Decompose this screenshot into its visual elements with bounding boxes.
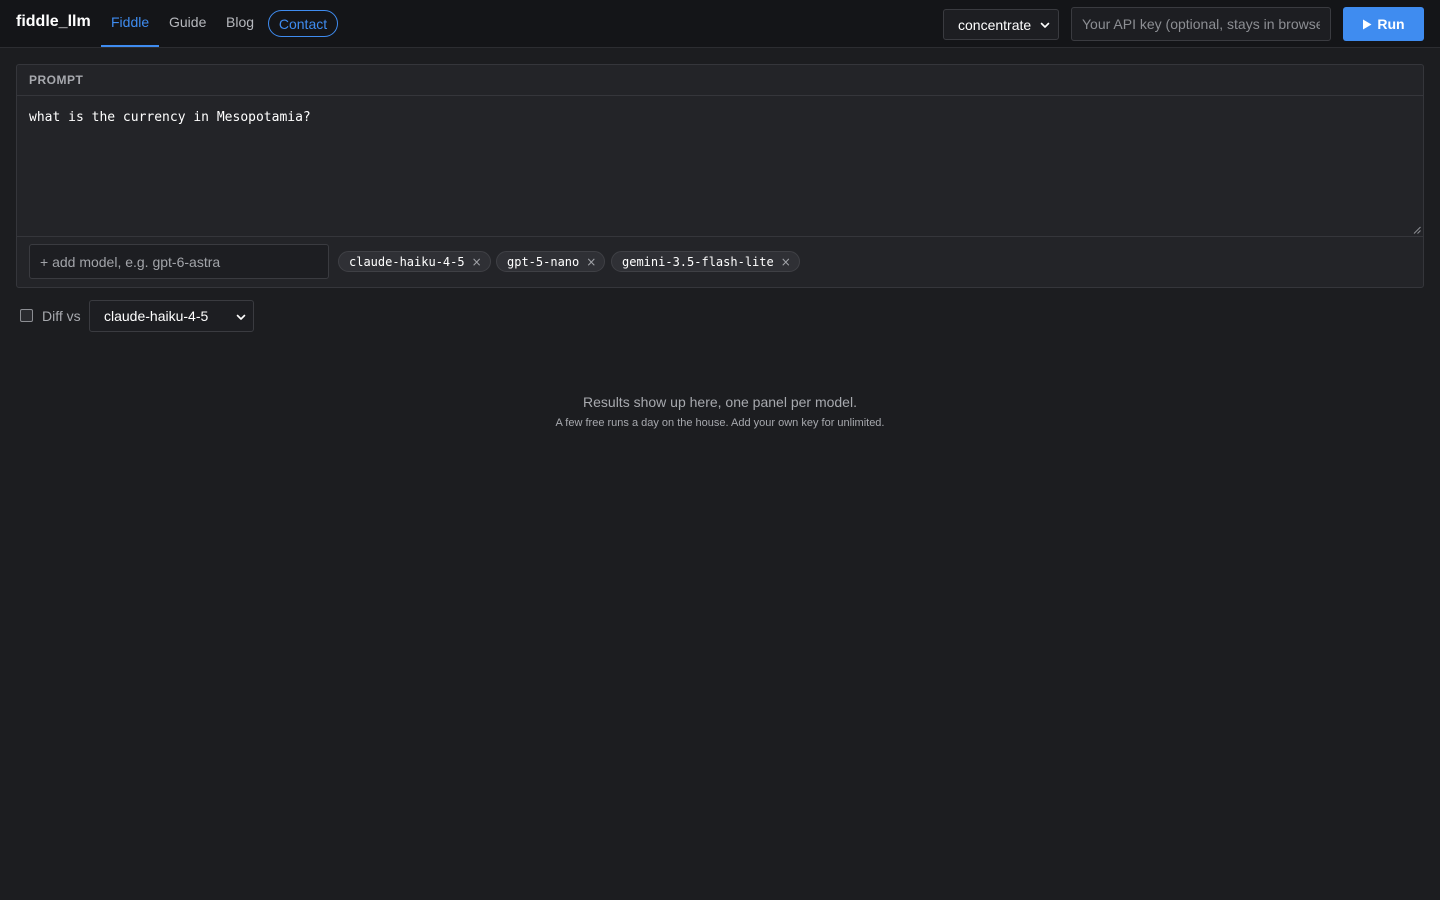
prompt-card: PROMPT what is the currency in Mesopotam… — [16, 64, 1424, 288]
model-chip: claude-haiku-4-5 × — [338, 251, 491, 272]
brand-logo[interactable]: fiddle_llm — [16, 13, 91, 31]
model-chip-label: gpt-5-nano — [507, 254, 580, 269]
nav-active-underline — [101, 45, 159, 47]
diff-model-select[interactable]: claude-haiku-4-5 — [89, 300, 254, 332]
diff-label: Diff vs — [42, 308, 81, 324]
model-chip: gpt-5-nano × — [496, 251, 606, 272]
run-button-label: Run — [1377, 16, 1405, 32]
run-button[interactable]: Run — [1343, 7, 1424, 41]
nav-guide[interactable]: Guide — [169, 14, 206, 30]
remove-model-icon[interactable]: × — [781, 255, 791, 269]
empty-state-title: Results show up here, one panel per mode… — [583, 394, 857, 410]
play-icon — [1363, 19, 1372, 29]
mode-select-value: concentrate — [958, 16, 1032, 33]
model-chip: gemini-3.5-flash-lite × — [611, 251, 800, 272]
model-chip-label: gemini-3.5-flash-lite — [622, 254, 774, 269]
mode-select[interactable]: concentrate — [943, 9, 1059, 40]
add-model-input[interactable] — [29, 244, 329, 279]
top-bar: fiddle_llm Fiddle Guide Blog Contact con… — [0, 0, 1440, 48]
prompt-textarea[interactable]: what is the currency in Mesopotamia? — [17, 96, 1423, 237]
nav-blog[interactable]: Blog — [226, 14, 254, 30]
model-chip-label: claude-haiku-4-5 — [349, 254, 465, 269]
chevron-down-icon — [1040, 22, 1050, 28]
diff-checkbox[interactable] — [20, 309, 33, 322]
diff-model-value: claude-haiku-4-5 — [104, 308, 209, 324]
resize-grip-icon[interactable] — [1413, 226, 1421, 234]
remove-model-icon[interactable]: × — [586, 255, 596, 269]
chevron-down-icon — [236, 314, 246, 320]
api-key-input[interactable] — [1071, 7, 1331, 41]
empty-state-subtitle: A few free runs a day on the house. Add … — [555, 417, 885, 429]
nav-contact-button[interactable]: Contact — [268, 10, 338, 37]
remove-model-icon[interactable]: × — [472, 255, 482, 269]
prompt-section-title: PROMPT — [17, 65, 1423, 96]
nav-fiddle[interactable]: Fiddle — [111, 14, 149, 30]
